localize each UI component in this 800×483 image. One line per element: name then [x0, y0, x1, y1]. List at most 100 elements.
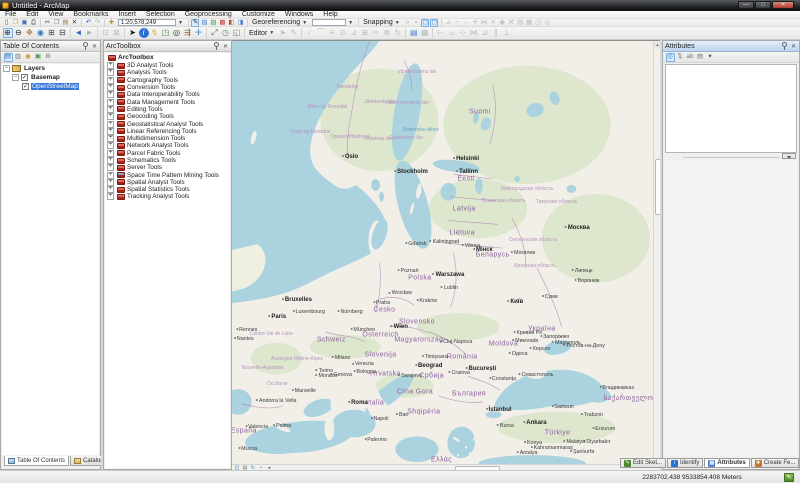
menu-selection[interactable]: Selection: [141, 11, 180, 19]
dock-tab-identify[interactable]: iIdentify: [667, 458, 703, 468]
snap-to-feature-icon[interactable]: ⊢: [436, 28, 446, 38]
save-icon[interactable]: ▣: [21, 19, 29, 27]
delete-icon[interactable]: ✕: [71, 19, 79, 27]
tab-table-of-contents[interactable]: Table Of Contents: [4, 456, 69, 466]
editor-menu[interactable]: Editor: [249, 30, 267, 37]
overflow-window-icon[interactable]: ◧: [227, 19, 235, 27]
attr-target-icon[interactable]: ◎: [666, 53, 675, 62]
edit-sketch-tool-icon[interactable]: ✎: [191, 19, 199, 27]
tree-expander-icon[interactable]: +: [107, 106, 114, 113]
dropdown-caret-icon[interactable]: ▼: [302, 20, 307, 26]
map-window-icon[interactable]: ▧: [200, 19, 208, 27]
back-extent-icon[interactable]: ◄: [74, 28, 84, 38]
toolbox-item-server-tools[interactable]: +Server Tools: [105, 164, 230, 171]
attr-layout-caret-icon[interactable]: ▾: [706, 53, 715, 62]
endpoint-arc-icon[interactable]: ⌒: [316, 28, 326, 38]
create-viewer-icon[interactable]: ◱: [232, 28, 242, 38]
attr-expression-icon[interactable]: ab: [686, 53, 695, 62]
parallel-icon[interactable]: ∥: [491, 28, 501, 38]
toolbox-item-multidimension-tools[interactable]: +Multidimension Tools: [105, 135, 230, 142]
copy-icon[interactable]: ❐: [53, 19, 61, 27]
point-tool-icon[interactable]: ⊙: [338, 28, 348, 38]
forward-extent-icon[interactable]: ►: [85, 28, 95, 38]
measure-icon[interactable]: ⤢: [210, 28, 220, 38]
edit-annotation-icon[interactable]: ✎: [289, 28, 299, 38]
toc-item-basemap[interactable]: −✓Basemap: [2, 73, 99, 82]
add-data-icon[interactable]: ✚: [108, 19, 116, 27]
attributes-pager[interactable]: ◂▸: [782, 153, 796, 159]
tree-expander-icon[interactable]: −: [3, 65, 10, 72]
snap-point-icon[interactable]: ○: [403, 19, 411, 27]
topology-chart-icon[interactable]: ▦: [525, 19, 533, 27]
menu-insert[interactable]: Insert: [113, 11, 141, 19]
close-icon[interactable]: ✕: [91, 43, 98, 50]
attributes-feature-list[interactable]: [665, 64, 797, 153]
new-map-icon[interactable]: ▯: [3, 19, 11, 27]
modify-edge-icon[interactable]: →: [462, 19, 470, 27]
topology-select-icon[interactable]: ⊿: [444, 19, 452, 27]
attributes-splitter[interactable]: [665, 155, 797, 159]
topology-table-icon[interactable]: ▤: [516, 19, 524, 27]
toolbox-root[interactable]: ArcToolbox: [105, 53, 230, 62]
cut-polygons-icon[interactable]: ✂: [371, 28, 381, 38]
html-popup-icon[interactable]: ◳: [161, 28, 171, 38]
pan-icon[interactable]: ✥: [25, 28, 35, 38]
midpoint-icon[interactable]: ⊹: [458, 28, 468, 38]
tree-expander-icon[interactable]: +: [107, 150, 114, 157]
tree-expander-icon[interactable]: +: [107, 142, 114, 149]
perpendicular-icon[interactable]: ⊥: [502, 28, 512, 38]
reshape-feature-icon[interactable]: ⊞: [360, 28, 370, 38]
hyperlink-icon[interactable]: ↯: [150, 28, 160, 38]
snapping-menu[interactable]: Snapping: [363, 19, 393, 26]
dock-tab-edit-sket-[interactable]: ✎Edit Sket...: [620, 458, 666, 468]
toolbox-item-editing-tools[interactable]: +Editing Tools: [105, 106, 230, 113]
attr-sort-icon[interactable]: ⇅: [676, 53, 685, 62]
toolbox-item-tracking-analyst-tools[interactable]: +Tracking Analyst Tools: [105, 193, 230, 200]
tree-expander-icon[interactable]: +: [107, 69, 114, 76]
toolbox-item-spatial-statistics-tools[interactable]: +Spatial Statistics Tools: [105, 186, 230, 193]
tree-expander-icon[interactable]: +: [107, 99, 114, 106]
menu-windows[interactable]: Windows: [280, 11, 318, 19]
validate-icon[interactable]: ◉: [498, 19, 506, 27]
print-icon[interactable]: ⎙: [30, 19, 38, 27]
arc-tool-icon[interactable]: ⌓: [447, 28, 457, 38]
dropdown-caret-icon[interactable]: ▼: [348, 20, 353, 26]
tree-expander-icon[interactable]: +: [107, 77, 114, 84]
map-scale-combo[interactable]: 1:20,578,249: [118, 19, 176, 26]
dropdown-caret-icon[interactable]: ▼: [395, 20, 400, 26]
fixed-zoom-in-icon[interactable]: ⊞: [47, 28, 57, 38]
dropdown-caret-icon[interactable]: ▼: [269, 30, 274, 36]
topology-edit-icon[interactable]: ⌐: [453, 19, 461, 27]
toc-item-layers[interactable]: −Layers: [2, 64, 99, 73]
tree-expander-icon[interactable]: +: [107, 135, 114, 142]
select-elements-icon[interactable]: ➤: [128, 28, 138, 38]
menu-file[interactable]: File: [0, 11, 21, 19]
dock-tab-create-fe-[interactable]: ✚Create Fe...: [751, 458, 800, 468]
toolbox-item-cartography-tools[interactable]: +Cartography Tools: [105, 77, 230, 84]
toolbox-item-network-analyst-tools[interactable]: +Network Analyst Tools: [105, 142, 230, 149]
pin-icon[interactable]: [781, 42, 788, 50]
list-by-selection-icon[interactable]: ▣: [34, 53, 43, 62]
map-viewport[interactable]: TrøndelagMøre og RomsdalSogn og Fjordane…: [232, 41, 653, 465]
go-to-xy-icon[interactable]: ✛: [194, 28, 204, 38]
snap-end-icon[interactable]: ▫: [412, 19, 420, 27]
tree-expander-icon[interactable]: +: [107, 121, 114, 128]
trace-icon[interactable]: ≡: [327, 28, 337, 38]
toolbox-item-geostatistical-analyst-tools[interactable]: +Geostatistical Analyst Tools: [105, 120, 230, 127]
find-route-icon[interactable]: ⇶: [183, 28, 193, 38]
tree-expander-icon[interactable]: +: [107, 84, 114, 91]
redo-icon[interactable]: ↷: [94, 19, 102, 27]
georeferencing-menu[interactable]: Georeferencing: [252, 19, 300, 26]
toolbox-item-schematics-tools[interactable]: +Schematics Tools: [105, 157, 230, 164]
find-icon[interactable]: ◎: [172, 28, 182, 38]
menu-view[interactable]: View: [43, 11, 68, 19]
dock-tab-attributes[interactable]: ▤Attributes: [704, 458, 749, 468]
tree-expander-icon[interactable]: +: [107, 62, 114, 69]
toolbox-item-geocoding-tools[interactable]: +Geocoding Tools: [105, 113, 230, 120]
tree-expander-icon[interactable]: +: [107, 172, 114, 179]
layer-checkbox[interactable]: ✓: [22, 83, 29, 90]
toolbox-item-data-management-tools[interactable]: +Data Management Tools: [105, 98, 230, 105]
clear-selection-icon[interactable]: ⊠: [112, 28, 122, 38]
rotate-icon[interactable]: ↻: [393, 28, 403, 38]
tangent-icon[interactable]: ⊿: [480, 28, 490, 38]
